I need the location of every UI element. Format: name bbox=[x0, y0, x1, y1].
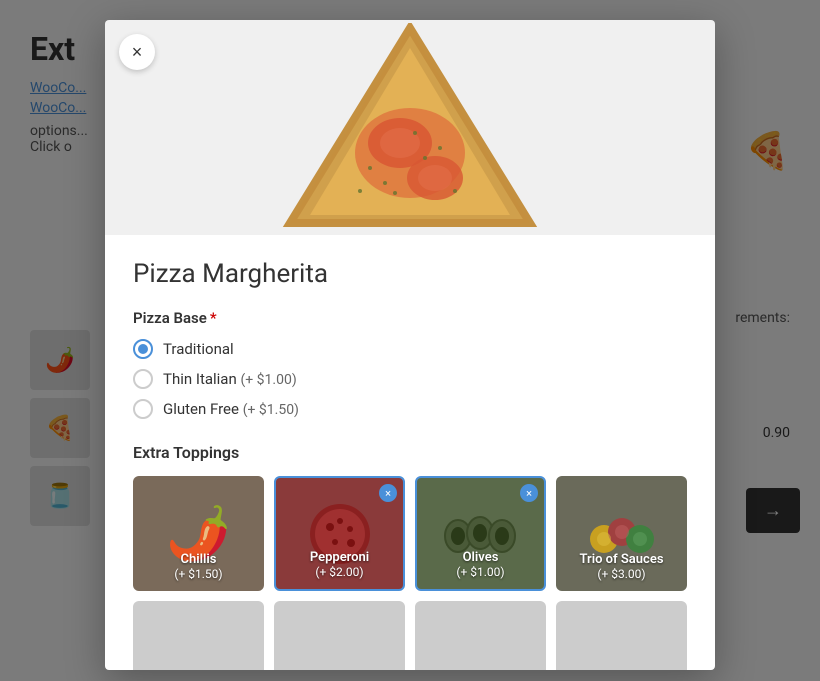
pizza-base-options: Traditional Thin Italian (+ $1.00) Glute… bbox=[133, 339, 687, 419]
product-title: Pizza Margherita bbox=[133, 259, 687, 289]
topping-empty-2 bbox=[274, 601, 405, 670]
extra-toppings-label: Extra Toppings bbox=[133, 443, 687, 462]
pepperoni-price: (+ $2.00) bbox=[315, 565, 363, 579]
topping-pepperoni[interactable]: × bbox=[274, 476, 405, 591]
option-gluten-free[interactable]: Gluten Free (+ $1.50) bbox=[133, 399, 687, 419]
modal-overlay: × Pizza Margherita Pizza Base* Tradition… bbox=[0, 0, 820, 681]
close-button[interactable]: × bbox=[119, 34, 155, 70]
olives-price: (+ $1.00) bbox=[456, 565, 504, 579]
radio-thin-italian[interactable] bbox=[133, 369, 153, 389]
option-thin-italian[interactable]: Thin Italian (+ $1.00) bbox=[133, 369, 687, 389]
option-gluten-free-label: Gluten Free (+ $1.50) bbox=[163, 400, 299, 418]
topping-olives[interactable]: × bbox=[415, 476, 546, 591]
option-traditional[interactable]: Traditional bbox=[133, 339, 687, 359]
topping-empty-3 bbox=[415, 601, 546, 670]
pepperoni-name: Pepperoni bbox=[310, 550, 369, 565]
radio-traditional[interactable] bbox=[133, 339, 153, 359]
pepperoni-remove-btn[interactable]: × bbox=[379, 484, 397, 502]
topping-trio-of-sauces[interactable]: Trio of Sauces (+ $3.00) bbox=[556, 476, 687, 591]
product-modal: × Pizza Margherita Pizza Base* Tradition… bbox=[105, 20, 715, 670]
extra-toppings-section: Extra Toppings 🌶️ Chillis (+ $1.50) × bbox=[133, 443, 687, 670]
topping-empty-4 bbox=[556, 601, 687, 670]
toppings-grid-row2 bbox=[133, 601, 687, 670]
option-traditional-label: Traditional bbox=[163, 340, 234, 358]
thin-italian-price: (+ $1.00) bbox=[240, 372, 296, 388]
radio-gluten-free[interactable] bbox=[133, 399, 153, 419]
olives-name: Olives bbox=[463, 550, 499, 565]
toppings-grid-row1: 🌶️ Chillis (+ $1.50) × bbox=[133, 476, 687, 591]
pizza-base-label: Pizza Base* bbox=[133, 309, 687, 327]
chillis-price: (+ $1.50) bbox=[174, 567, 222, 581]
modal-body: Pizza Margherita Pizza Base* Traditional… bbox=[105, 235, 715, 670]
chillis-name: Chillis bbox=[181, 552, 217, 567]
topping-chillis[interactable]: 🌶️ Chillis (+ $1.50) bbox=[133, 476, 264, 591]
gluten-free-price: (+ $1.50) bbox=[243, 402, 299, 418]
required-indicator: * bbox=[210, 309, 217, 327]
pizza-image bbox=[270, 23, 550, 233]
option-thin-italian-label: Thin Italian (+ $1.00) bbox=[163, 370, 297, 388]
pizza-base-section: Pizza Base* Traditional Thin Italian (+ … bbox=[133, 309, 687, 419]
trio-name: Trio of Sauces bbox=[579, 552, 663, 567]
olives-remove-btn[interactable]: × bbox=[520, 484, 538, 502]
topping-empty-1 bbox=[133, 601, 264, 670]
trio-price: (+ $3.00) bbox=[597, 567, 645, 581]
product-image-area bbox=[105, 20, 715, 235]
